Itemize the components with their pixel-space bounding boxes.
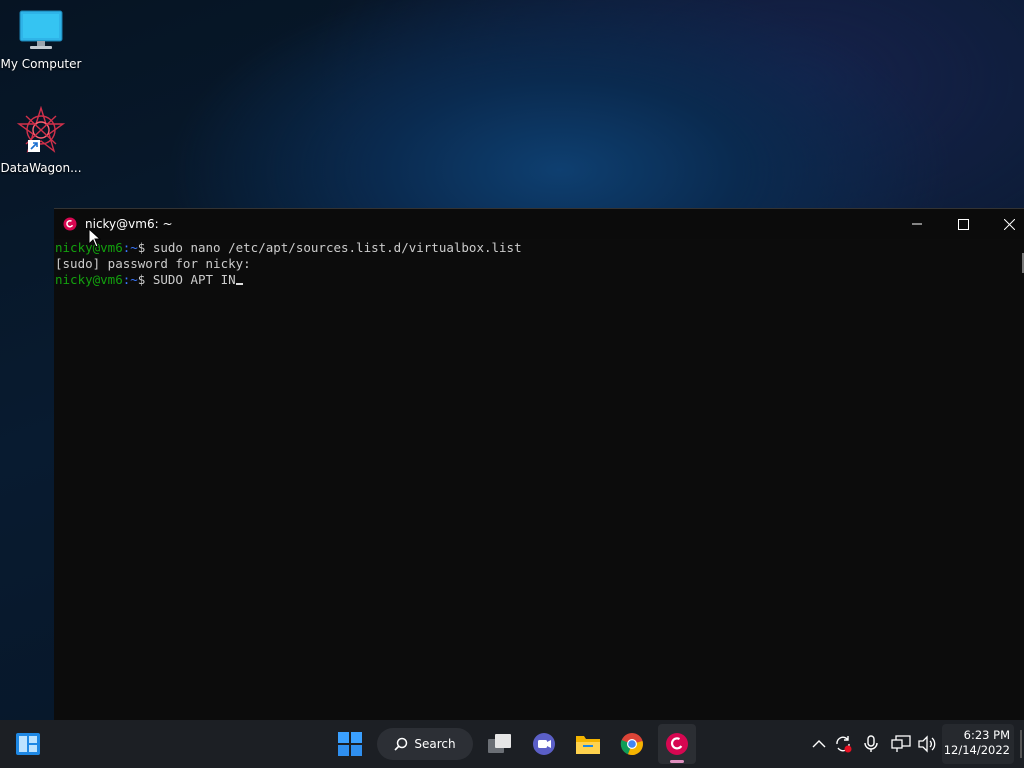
minimize-icon: [912, 223, 922, 225]
widgets-button[interactable]: [10, 724, 46, 764]
terminal-output[interactable]: nicky@vm6:~$ sudo nano /etc/apt/sources.…: [54, 240, 1014, 720]
network-icon: [891, 735, 911, 752]
show-hidden-icons-button[interactable]: [808, 732, 830, 756]
maximize-button[interactable]: [940, 209, 986, 239]
clock-time: 6:23 PM: [963, 728, 1010, 742]
mouse-pointer-icon: [88, 228, 102, 248]
debian-terminal-icon: [666, 733, 688, 755]
close-button[interactable]: [986, 209, 1024, 239]
taskbar: Search 6:23 PM 12/14/2022: [0, 720, 1024, 768]
chrome-button[interactable]: [614, 724, 650, 764]
maximize-icon: [957, 218, 969, 230]
microphone-icon: [864, 735, 878, 752]
minimize-button[interactable]: [894, 209, 940, 239]
terminal-line: nicky@vm6:~$ SUDO APT IN: [55, 272, 1014, 288]
chrome-icon: [620, 733, 643, 756]
teams-icon: [533, 733, 555, 755]
clock[interactable]: 6:23 PM 12/14/2022: [942, 724, 1014, 764]
command-text: $ sudo nano /etc/apt/sources.list.d/virt…: [137, 240, 522, 255]
prompt-user: nicky@vm6: [55, 272, 123, 287]
sync-status-button[interactable]: [832, 732, 854, 756]
widgets-icon: [16, 733, 40, 755]
datawagon-icon: [16, 105, 66, 153]
desktop-icon-datawagon[interactable]: DataWagon...: [0, 105, 82, 175]
active-indicator: [670, 760, 684, 763]
desktop-icon-label: DataWagon...: [0, 161, 82, 175]
chevron-up-icon: [812, 740, 826, 748]
text-cursor: [235, 283, 243, 285]
search-button[interactable]: Search: [377, 728, 473, 760]
close-icon: [1003, 218, 1015, 230]
teams-chat-button[interactable]: [526, 724, 562, 764]
microphone-button[interactable]: [860, 732, 882, 756]
desktop-icon-my-computer[interactable]: My Computer: [0, 10, 82, 71]
file-explorer-button[interactable]: [570, 724, 606, 764]
prompt-path: :~: [122, 240, 138, 255]
search-icon: [394, 737, 408, 751]
search-label: Search: [414, 737, 456, 751]
output-text: [sudo] password for nicky:: [55, 256, 251, 271]
sync-icon: [836, 736, 852, 753]
terminal-line: nicky@vm6:~$ sudo nano /etc/apt/sources.…: [55, 240, 1014, 256]
volume-button[interactable]: [916, 732, 938, 756]
debian-terminal-button[interactable]: [658, 724, 696, 764]
clock-date: 12/14/2022: [943, 743, 1010, 757]
terminal-window[interactable]: nicky@vm6: ~ nicky@vm6:~$ sudo nano /etc…: [54, 208, 1024, 720]
task-view-icon: [488, 734, 511, 753]
monitor-icon: [19, 10, 63, 49]
command-text: $ SUDO APT IN: [137, 272, 236, 287]
debian-icon: [63, 217, 77, 231]
start-button[interactable]: [332, 724, 368, 764]
task-view-button[interactable]: [482, 724, 518, 764]
speaker-icon: [918, 735, 936, 753]
network-button[interactable]: [890, 732, 912, 756]
title-bar[interactable]: nicky@vm6: ~: [54, 209, 1024, 239]
desktop-icon-label: My Computer: [0, 57, 82, 71]
windows-start-icon: [338, 732, 362, 756]
file-explorer-icon: [576, 736, 600, 754]
prompt-path: :~: [122, 272, 138, 287]
show-desktop-button[interactable]: [1020, 730, 1022, 758]
terminal-line: [sudo] password for nicky:: [55, 256, 1014, 272]
